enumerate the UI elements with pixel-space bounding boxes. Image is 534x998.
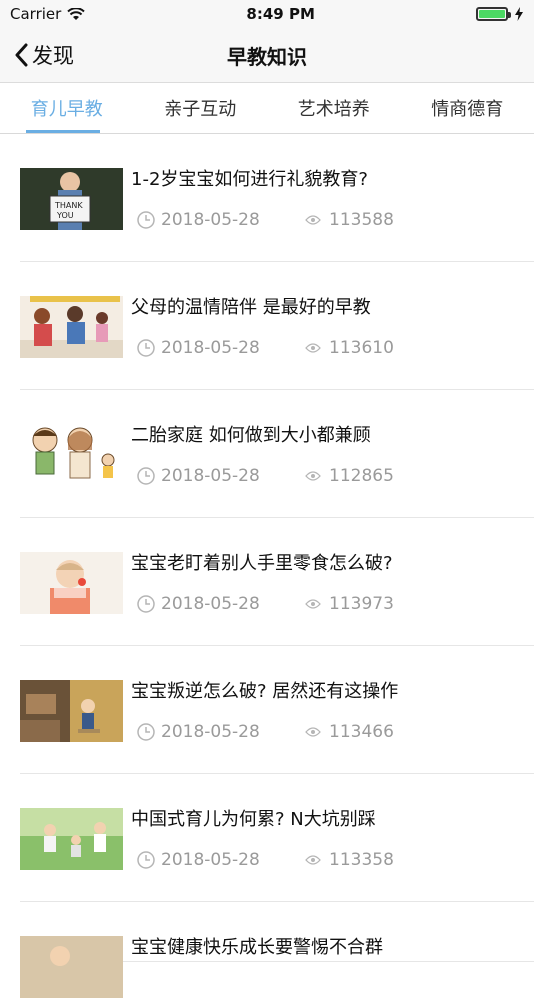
list-item[interactable]: THANK YOU 1-2岁宝宝如何进行礼貌教育? 2018-05-28 113… bbox=[20, 134, 534, 262]
article-date: 2018-05-28 bbox=[161, 466, 260, 486]
article-list: THANK YOU 1-2岁宝宝如何进行礼貌教育? 2018-05-28 113… bbox=[0, 134, 534, 962]
list-item[interactable]: 父母的温情陪伴 是最好的早教 2018-05-28 113610 bbox=[20, 262, 534, 390]
wifi-icon bbox=[67, 8, 85, 21]
clock-icon bbox=[137, 211, 155, 229]
bolt-icon bbox=[514, 7, 524, 21]
eye-icon bbox=[305, 343, 321, 353]
article-title: 二胎家庭 如何做到大小都兼顾 bbox=[131, 424, 534, 448]
article-date: 2018-05-28 bbox=[161, 210, 260, 230]
article-title: 中国式育儿为何累? N大坑别踩 bbox=[131, 808, 534, 832]
tab-eq[interactable]: 情商德育 bbox=[401, 83, 534, 133]
clock-icon bbox=[137, 467, 155, 485]
tab-art[interactable]: 艺术培养 bbox=[267, 83, 401, 133]
article-title: 宝宝叛逆怎么破? 居然还有这操作 bbox=[131, 680, 534, 704]
article-title: 父母的温情陪伴 是最好的早教 bbox=[131, 296, 534, 320]
carrier-label: Carrier bbox=[10, 5, 61, 23]
article-thumbnail bbox=[20, 936, 123, 998]
article-meta: 2018-05-28 113610 bbox=[131, 338, 534, 358]
article-thumbnail bbox=[20, 552, 123, 614]
article-views: 113973 bbox=[329, 594, 394, 614]
status-time: 8:49 PM bbox=[246, 5, 314, 23]
eye-icon bbox=[305, 471, 321, 481]
eye-icon bbox=[305, 855, 321, 865]
clock-icon bbox=[137, 851, 155, 869]
article-meta: 2018-05-28 113973 bbox=[131, 594, 534, 614]
svg-text:YOU: YOU bbox=[56, 211, 74, 220]
article-views: 113358 bbox=[329, 850, 394, 870]
article-title: 宝宝健康快乐成长要警惕不合群 bbox=[131, 936, 534, 960]
list-item[interactable]: 二胎家庭 如何做到大小都兼顾 2018-05-28 112865 bbox=[20, 390, 534, 518]
article-views: 113466 bbox=[329, 722, 394, 742]
article-date: 2018-05-28 bbox=[161, 850, 260, 870]
clock-icon bbox=[137, 595, 155, 613]
category-tabs: 育儿早教 亲子互动 艺术培养 情商德育 bbox=[0, 83, 534, 134]
svg-text:THANK: THANK bbox=[54, 201, 83, 210]
article-thumbnail bbox=[20, 424, 123, 486]
article-meta: 2018-05-28 112865 bbox=[131, 466, 534, 486]
article-date: 2018-05-28 bbox=[161, 722, 260, 742]
tab-parenting[interactable]: 育儿早教 bbox=[0, 83, 134, 133]
list-item[interactable]: 宝宝老盯着别人手里零食怎么破? 2018-05-28 113973 bbox=[20, 518, 534, 646]
status-right bbox=[476, 7, 524, 21]
article-title: 宝宝老盯着别人手里零食怎么破? bbox=[131, 552, 534, 576]
list-item[interactable]: 宝宝叛逆怎么破? 居然还有这操作 2018-05-28 113466 bbox=[20, 646, 534, 774]
page-title: 早教知识 bbox=[227, 41, 307, 70]
article-date: 2018-05-28 bbox=[161, 338, 260, 358]
article-date: 2018-05-28 bbox=[161, 594, 260, 614]
status-left: Carrier bbox=[10, 5, 85, 23]
article-thumbnail bbox=[20, 680, 123, 742]
eye-icon bbox=[305, 727, 321, 737]
article-views: 113610 bbox=[329, 338, 394, 358]
article-meta: 2018-05-28 113588 bbox=[131, 210, 534, 230]
eye-icon bbox=[305, 599, 321, 609]
article-thumbnail bbox=[20, 296, 123, 358]
article-thumbnail bbox=[20, 808, 123, 870]
article-meta: 2018-05-28 113466 bbox=[131, 722, 534, 742]
chevron-left-icon bbox=[14, 43, 28, 67]
article-views: 112865 bbox=[329, 466, 394, 486]
article-views: 113588 bbox=[329, 210, 394, 230]
clock-icon bbox=[137, 339, 155, 357]
list-item-partial[interactable]: 宝宝健康快乐成长要警惕不合群 bbox=[20, 902, 534, 962]
tab-interaction[interactable]: 亲子互动 bbox=[134, 83, 268, 133]
battery-icon bbox=[476, 7, 508, 21]
article-thumbnail: THANK YOU bbox=[20, 168, 123, 230]
status-bar: Carrier 8:49 PM bbox=[0, 0, 534, 28]
article-title: 1-2岁宝宝如何进行礼貌教育? bbox=[131, 168, 534, 192]
clock-icon bbox=[137, 723, 155, 741]
list-item[interactable]: 中国式育儿为何累? N大坑别踩 2018-05-28 113358 bbox=[20, 774, 534, 902]
navigation-bar: 发现 早教知识 bbox=[0, 28, 534, 83]
back-label: 发现 bbox=[32, 40, 74, 70]
article-meta: 2018-05-28 113358 bbox=[131, 850, 534, 870]
eye-icon bbox=[305, 215, 321, 225]
back-button[interactable]: 发现 bbox=[14, 28, 74, 82]
